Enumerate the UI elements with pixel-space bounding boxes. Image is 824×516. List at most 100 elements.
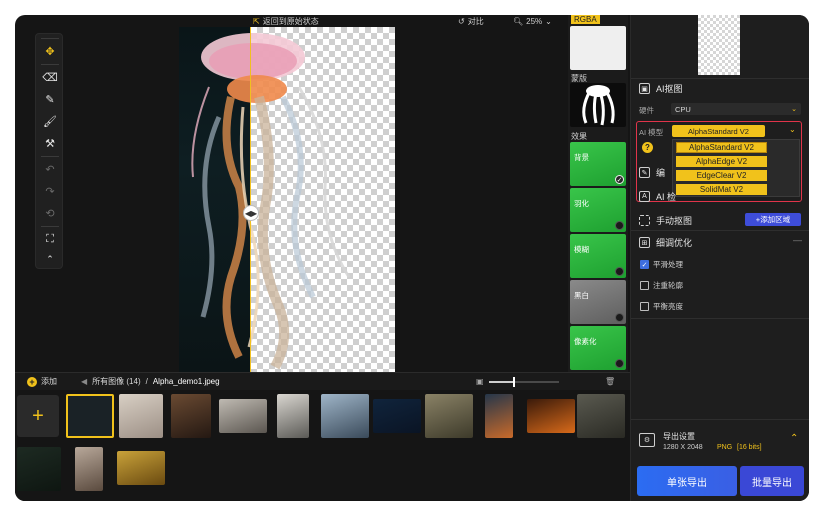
thumbnail-size-icon: ▣ <box>476 377 484 386</box>
collapse-icon[interactable]: ⌃ <box>40 250 60 268</box>
gallery-thumbnail[interactable] <box>75 447 103 491</box>
gallery-thumbnail[interactable] <box>577 394 625 438</box>
revert-icon: ⇱ <box>253 16 260 26</box>
undo-icon[interactable]: ↶ <box>40 160 60 178</box>
rgba-tab[interactable]: RGBA <box>571 15 600 24</box>
add-area-label: 添加区域 <box>760 215 791 224</box>
chevron-down-icon[interactable]: ⌄ <box>789 125 796 134</box>
gallery-thumbnail[interactable] <box>277 394 309 438</box>
model-dropdown: AlphaStandard V2 AlphaEdge V2 EdgeClear … <box>672 139 800 197</box>
effect-blur[interactable]: 模糊 <box>570 234 626 278</box>
gallery-thumbnail[interactable] <box>66 394 114 438</box>
chevron-down-icon: ⌄ <box>791 106 797 113</box>
gallery-thumbnail[interactable] <box>425 394 473 438</box>
gallery-thumbnail[interactable] <box>117 451 165 485</box>
breadcrumb: ◀ 所有图像 (14) / Alpha_demo1.jpeg <box>81 376 220 387</box>
thumbnail-size-slider[interactable] <box>489 377 559 387</box>
collapse-icon[interactable]: — <box>793 235 802 245</box>
export-settings-icon: ⚙ <box>639 433 655 447</box>
gallery-thumbnail[interactable] <box>527 399 575 433</box>
gallery-thumbnail[interactable] <box>171 394 211 438</box>
slider-knob[interactable] <box>513 377 515 387</box>
divider <box>41 226 59 227</box>
effect-label: 羽化 <box>574 199 589 208</box>
compare-button[interactable]: ↺ 对比 <box>458 16 484 27</box>
model-option[interactable]: AlphaEdge V2 <box>676 156 767 167</box>
model-option[interactable]: EdgeClear V2 <box>676 170 767 181</box>
smooth-checkbox[interactable]: ✓ 平滑处理 <box>640 259 683 270</box>
trash-icon[interactable]: 🗑︎ <box>605 377 615 386</box>
divider <box>631 419 809 420</box>
add-image-tile[interactable]: + <box>17 395 59 437</box>
engine-value: CPU <box>675 104 691 114</box>
section-title: AI 检 <box>656 192 677 202</box>
export-batch-button[interactable]: 批量导出 <box>740 466 804 496</box>
gallery-thumbnail[interactable] <box>485 394 513 438</box>
gallery-thumbnail[interactable] <box>219 399 267 433</box>
radio-icon <box>615 221 624 230</box>
expand-up-icon[interactable]: ⌃ <box>790 433 798 444</box>
settings-panel: ▣ AI抠图 硬件 CPU ⌄ AI 模型 AlphaStandard V2 ⌄… <box>630 15 809 501</box>
help-icon[interactable]: ? <box>642 142 653 153</box>
brightness-checkbox[interactable]: 平衡亮度 <box>640 301 683 312</box>
restore-brush-icon[interactable]: 🖌︎ <box>40 112 60 130</box>
model-row: AI 模型 <box>639 127 663 138</box>
export-settings[interactable]: ⚙ 导出设置 1280 X 2048 PNG [16 bits] ⌃ <box>639 427 802 463</box>
effect-pixelate[interactable]: 像素化 <box>570 326 626 370</box>
paint-roller-icon[interactable]: ⚒ <box>40 134 60 152</box>
fit-screen-icon[interactable]: ⛶ <box>40 230 60 248</box>
effect-bw[interactable]: 黑白 <box>570 280 626 324</box>
contour-checkbox[interactable]: 注重轮廓 <box>640 280 683 291</box>
reset-icon[interactable]: ⟲ <box>40 204 60 222</box>
redo-icon[interactable]: ↷ <box>40 182 60 200</box>
add-image-button[interactable]: + 添加 <box>27 376 57 387</box>
effect-background[interactable]: 背景 ✓ <box>570 142 626 186</box>
compare-divider[interactable] <box>250 27 251 372</box>
model-option[interactable]: AlphaStandard V2 <box>676 142 767 153</box>
mask-thumbnail[interactable] <box>570 83 626 127</box>
refine-icon: ⊞ <box>639 237 650 248</box>
export-single-button[interactable]: 单张导出 <box>637 466 737 496</box>
zoom-control[interactable]: 🔍︎ 25% ⌄ <box>513 17 552 26</box>
back-arrow-icon[interactable]: ◀ <box>81 377 87 386</box>
radio-icon <box>615 359 624 368</box>
add-area-button[interactable]: + 添加区域 <box>745 213 801 226</box>
rgba-thumbnail[interactable] <box>570 26 626 70</box>
engine-row: 硬件 <box>639 105 654 116</box>
effect-feather[interactable]: 羽化 <box>570 188 626 232</box>
divider <box>631 318 809 319</box>
eraser-icon[interactable]: ⌫ <box>40 68 60 86</box>
image-canvas[interactable]: ◀▶ <box>179 27 395 372</box>
gallery-thumbnail[interactable] <box>119 394 163 438</box>
gallery-thumbnail[interactable] <box>373 399 421 433</box>
revert-original-button[interactable]: ⇱ 返回到原始状态 <box>253 16 319 27</box>
gallery-thumbnail[interactable] <box>17 447 61 491</box>
compare-icon: ↺ <box>458 16 465 26</box>
gallery-thumbnail[interactable] <box>321 394 369 438</box>
divider <box>631 78 809 79</box>
edit-icon: ✎ <box>639 167 650 178</box>
compare-handle-icon[interactable]: ◀▶ <box>243 205 259 221</box>
refine-header: ⊞ 细调优化 <box>639 236 692 249</box>
ai-matting-header: ▣ AI抠图 <box>639 82 683 95</box>
model-option[interactable]: SolidMat V2 <box>676 184 767 195</box>
engine-select[interactable]: CPU ⌄ <box>671 103 801 115</box>
top-toolbar: ⇱ 返回到原始状态 ↺ 对比 🔍︎ 25% ⌄ <box>15 15 568 27</box>
section-title: 细调优化 <box>656 238 693 248</box>
image-gallery: + <box>15 391 630 501</box>
compare-label: 对比 <box>467 16 484 26</box>
radio-icon <box>615 313 624 322</box>
zoom-icon: 🔍︎ <box>513 16 524 26</box>
image-icon: ▣ <box>639 83 650 94</box>
model-select[interactable]: AlphaStandard V2 <box>672 125 765 137</box>
brush-icon[interactable]: ✎ <box>40 90 60 108</box>
move-icon[interactable]: ✥ <box>40 42 60 60</box>
jellyfish-illustration <box>191 33 351 370</box>
ai-detect-header: A AI 检 <box>639 190 676 203</box>
zoom-level: 25% <box>526 16 543 26</box>
selection-icon <box>639 215 650 226</box>
effect-label: 黑白 <box>574 291 589 300</box>
breadcrumb-all-images[interactable]: 所有图像 (14) <box>92 376 140 387</box>
tool-panel: ✥ ⌫ ✎ 🖌︎ ⚒ ↶ ↷ ⟲ ⛶ ⌃ <box>35 33 63 269</box>
model-label: AI 模型 <box>639 128 664 137</box>
